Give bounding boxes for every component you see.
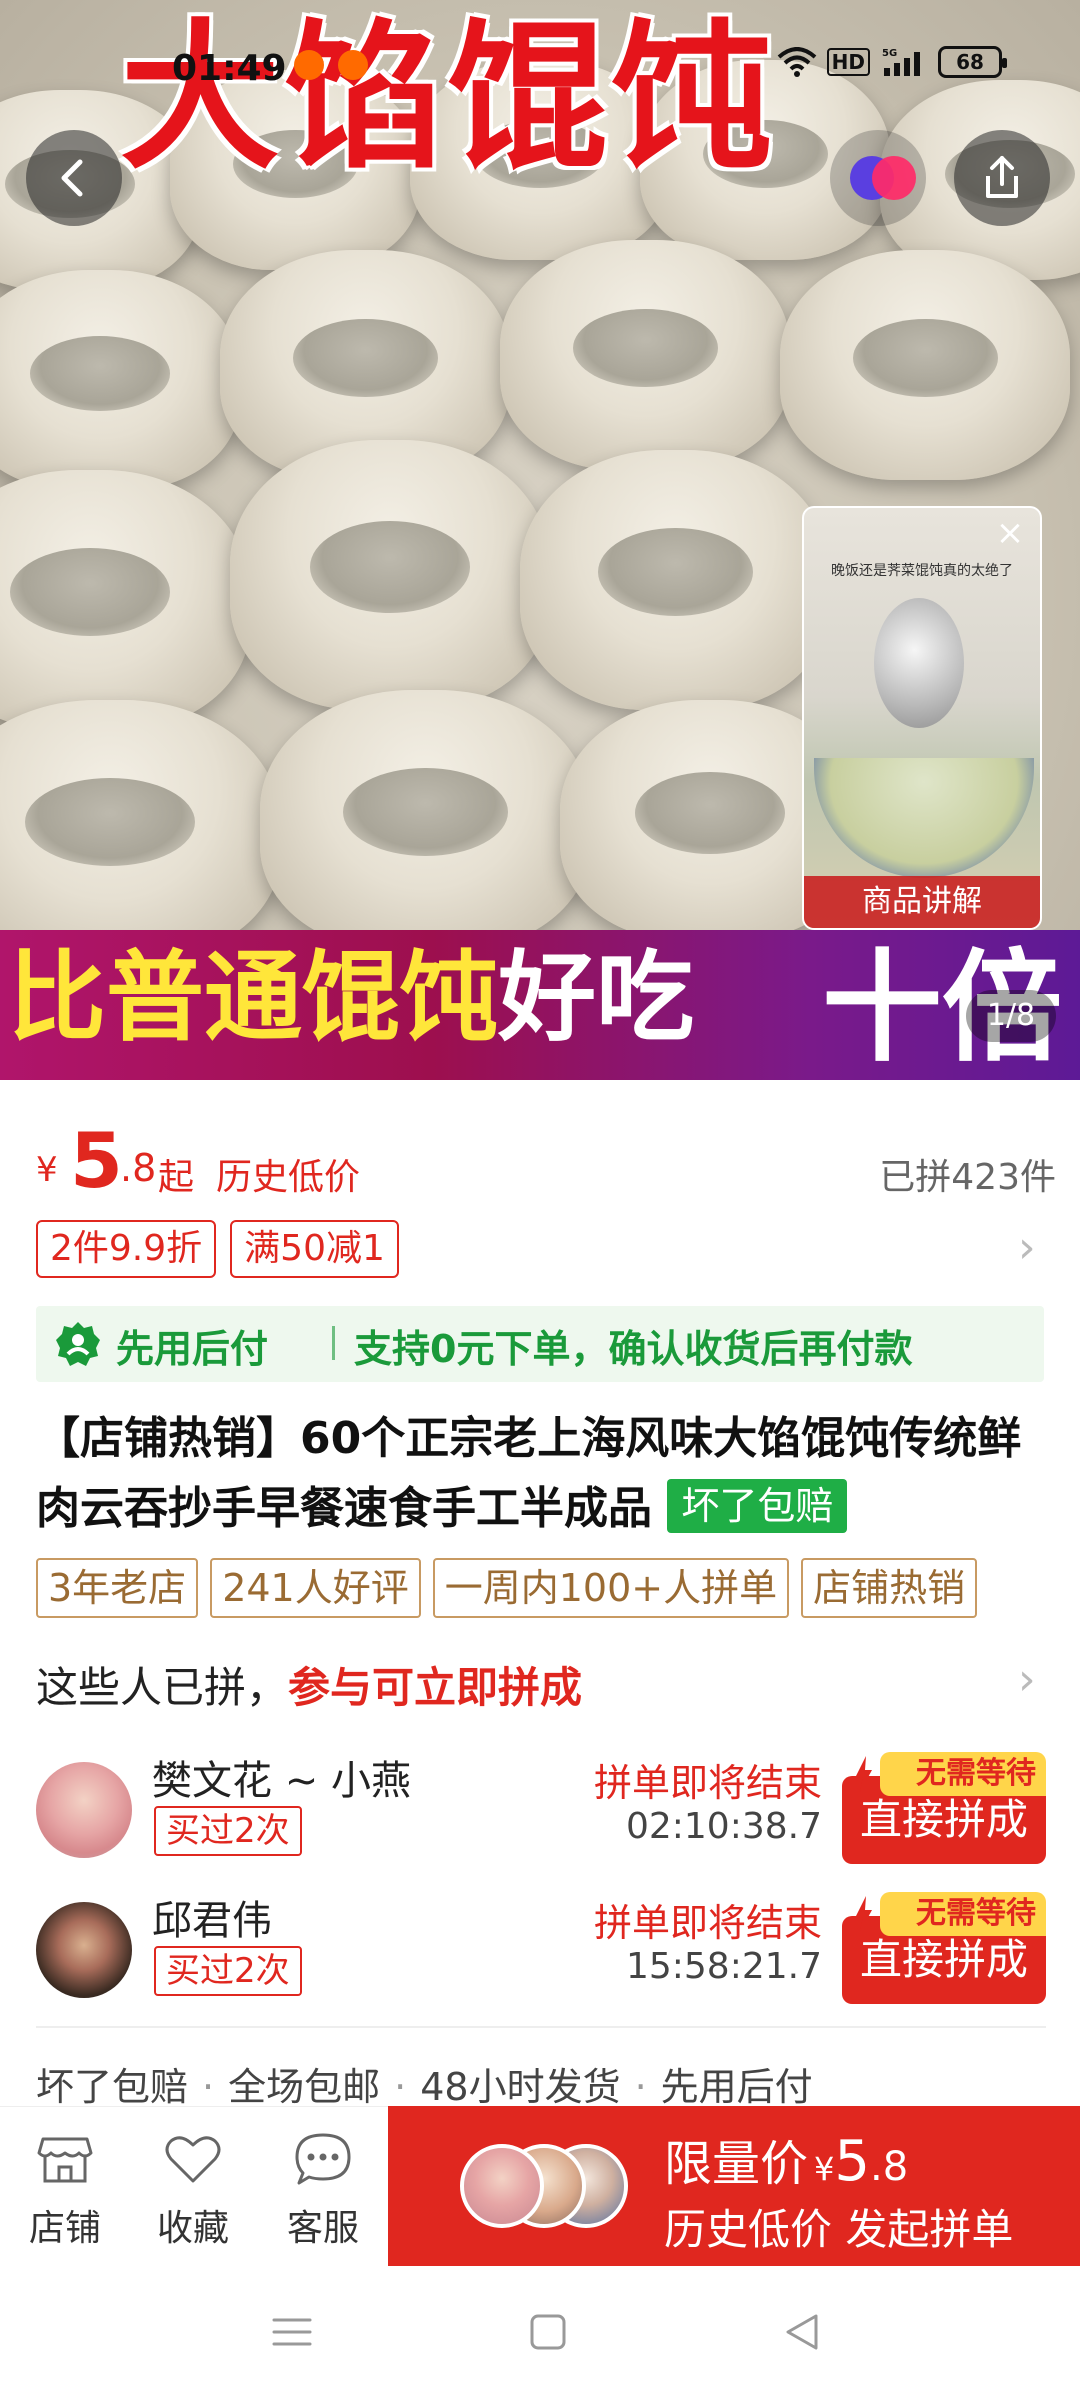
damage-guarantee-badge: 坏了包赔	[667, 1479, 848, 1533]
favorite-button[interactable]: 收藏	[138, 2129, 248, 2251]
home-icon[interactable]	[518, 2302, 578, 2362]
member-name: 樊文花 ~ 小燕	[152, 1758, 411, 1804]
svg-text:5G: 5G	[882, 48, 897, 59]
avatar	[36, 1762, 132, 1858]
close-icon[interactable]: ×	[992, 516, 1028, 554]
back-triangle-icon[interactable]	[772, 2302, 832, 2362]
store-tag: 一周内100+人拼单	[432, 1558, 790, 1618]
limited-price: 限量价 ¥5.8	[664, 2129, 909, 2194]
battery-icon: 68	[938, 46, 1007, 78]
price-row: ¥ 5 .8 起 历史低价 已拼423件	[36, 1116, 1056, 1205]
status-bar: 01:49 HD 5G 68	[0, 0, 1080, 130]
share-icon	[986, 156, 1018, 198]
chevron-right-icon[interactable]: ›	[1018, 1222, 1036, 1273]
pay-later-desc: 支持0元下单，确认收货后再付款	[354, 1327, 913, 1371]
countdown-timer: 15:58:21.7	[625, 1946, 822, 1987]
avatar	[36, 1902, 132, 1998]
customer-service-label: 客服	[286, 2208, 359, 2249]
member-name: 邱君伟	[152, 1898, 272, 1944]
store-tags: 3年老店 241人好评 一周内100+人拼单 店铺热销	[36, 1558, 978, 1618]
store-button[interactable]: 店铺	[10, 2129, 120, 2251]
ending-soon-label: 拼单即将结束	[593, 1901, 822, 1945]
buy-subtitle: 历史低价 发起拼单	[664, 2205, 1014, 2254]
coupon-tag[interactable]: 2件9.9折	[36, 1220, 217, 1278]
system-nav-bar	[0, 2266, 1080, 2400]
video-caption: 晚饭还是荠菜馄饨真的太绝了	[831, 563, 1013, 579]
pay-later-icon	[56, 1322, 100, 1366]
wifi-icon	[777, 47, 816, 77]
join-group-button[interactable]: 直接拼成 无需等待	[842, 1892, 1046, 2004]
join-group-button[interactable]: 直接拼成 无需等待	[842, 1752, 1046, 1864]
service-guarantees[interactable]: 坏了包赔 · 全场包邮 · 48小时发货 · 先用后付	[36, 2056, 813, 2111]
app-notification-icon	[294, 50, 324, 80]
ai-assistant-button[interactable]	[830, 130, 926, 226]
ladle-image	[874, 598, 964, 728]
customer-service-button[interactable]: 客服	[268, 2129, 378, 2251]
app-notification-icon	[338, 50, 368, 80]
store-icon	[37, 2137, 93, 2183]
share-button[interactable]	[954, 130, 1050, 226]
hero-banner-text: 比普通馄饨好吃	[8, 941, 695, 1055]
store-tag: 241人好评	[210, 1558, 421, 1618]
divider	[36, 2026, 1046, 2028]
coupon-row[interactable]: 2件9.9折 满50减1	[36, 1220, 399, 1278]
chat-bubble-icon	[295, 2133, 351, 2185]
group-member-row: 邱君伟 买过2次 拼单即将结束 15:58:21.7 直接拼成 无需等待	[36, 1888, 1046, 2008]
group-buy-header[interactable]: 这些人已拼，参与可立即拼成	[36, 1654, 582, 1715]
carousel-page-indicator: 1/8	[966, 990, 1056, 1042]
store-tag: 3年老店	[36, 1558, 199, 1618]
lightning-icon	[856, 1896, 872, 1932]
chevron-left-icon	[61, 159, 83, 197]
price-integer: 5	[70, 1116, 123, 1205]
status-time: 01:49	[172, 48, 287, 89]
heart-icon	[165, 2136, 221, 2183]
pay-later-label: 先用后付	[116, 1327, 269, 1371]
chevron-right-icon[interactable]: ›	[1018, 1654, 1036, 1705]
sold-count: 已拼423件	[879, 1157, 1056, 1198]
bought-count-badge: 买过2次	[154, 1806, 302, 1856]
product-video-thumbnail[interactable]: 晚饭还是荠菜馄饨真的太绝了 × 商品讲解	[802, 506, 1042, 930]
signal-icon: 5G	[882, 48, 920, 76]
no-wait-tag: 无需等待	[880, 1892, 1046, 1936]
bowl-image	[814, 758, 1034, 878]
start-group-buy-button[interactable]: 限量价 ¥5.8 历史低价 发起拼单	[388, 2106, 1080, 2266]
video-label: 商品讲解	[804, 876, 1040, 928]
product-title: 【店铺热销】60个正宗老上海风味大馅馄饨传统鲜肉云吞抄手早餐速食手工半成品 坏了…	[36, 1413, 1022, 1534]
store-tag: 店铺热销	[801, 1558, 978, 1618]
menu-icon[interactable]	[262, 2302, 322, 2362]
no-wait-tag: 无需等待	[880, 1752, 1046, 1796]
favorite-label: 收藏	[156, 2208, 229, 2249]
bought-count-badge: 买过2次	[154, 1946, 302, 1996]
pay-later-banner[interactable]: 先用后付 支持0元下单，确认收货后再付款	[36, 1306, 1044, 1382]
countdown-timer: 02:10:38.7	[625, 1806, 822, 1847]
avatar	[460, 2144, 544, 2228]
hd-badge: HD	[826, 48, 870, 76]
price-history-label: 历史低价	[216, 1157, 361, 1198]
lightning-icon	[856, 1756, 872, 1792]
group-member-row: 樊文花 ~ 小燕 买过2次 拼单即将结束 02:10:38.7 直接拼成 无需等…	[36, 1748, 1046, 1868]
product-page: { "status_bar": { "time": "01:49", "netw…	[0, 0, 1080, 2400]
price-suffix: 起	[158, 1157, 195, 1198]
price-currency: ¥	[36, 1150, 58, 1190]
back-button[interactable]	[26, 130, 122, 226]
price-decimal: .8	[120, 1146, 157, 1190]
notification-icons	[294, 50, 368, 80]
store-label: 店铺	[28, 2208, 101, 2249]
coupon-tag[interactable]: 满50减1	[230, 1220, 399, 1278]
ending-soon-label: 拼单即将结束	[593, 1761, 822, 1805]
